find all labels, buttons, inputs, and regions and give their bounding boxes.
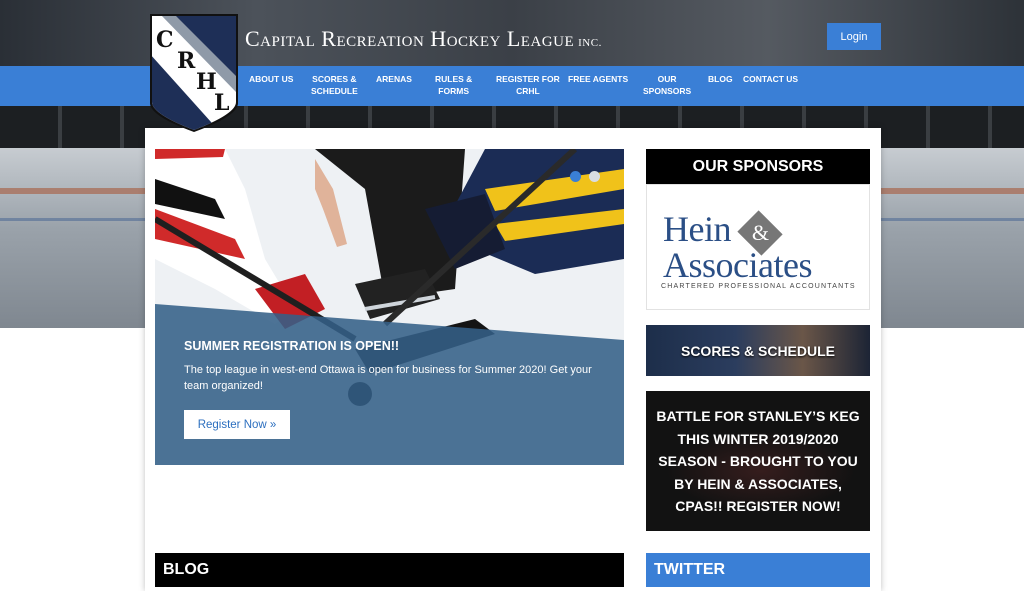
register-now-button[interactable]: Register Now » [184,410,290,439]
slide-text: The top league in west-end Ottawa is ope… [184,364,592,392]
slider-dot-active[interactable] [570,171,581,182]
nav-arenas[interactable]: ARENAS [376,73,412,85]
nav-label: REGISTER FOR [496,74,560,84]
crhl-logo[interactable]: C R H L [150,14,238,132]
site-title-text: Capital Recreation Hockey League [245,26,575,51]
nav-our-sponsors[interactable]: OUR SPONSORS [643,73,691,97]
logo-letter: L [214,90,229,116]
twitter-heading: TWITTER [646,553,870,587]
blog-heading: BLOG [155,553,624,587]
scores-schedule-label: SCORES & SCHEDULE [680,342,836,359]
nav-free-agents[interactable]: FREE AGENTS [568,73,628,85]
login-button[interactable]: Login [827,23,881,50]
nav-label: CRHL [516,86,540,96]
nav-label: BLOG [708,74,733,84]
nav-label: RULES & [435,74,473,84]
nav-label: SPONSORS [643,86,692,96]
logo-letter: C [156,27,174,53]
logo-letter: R [177,48,196,74]
nav-label: FORMS [438,86,469,96]
nav-label: SCHEDULE [311,86,358,96]
slide-heading: SUMMER REGISTRATION IS OPEN!! [184,339,400,353]
nav-about-us[interactable]: ABOUT US [249,73,293,85]
sponsor-name-1: Hein [663,209,731,249]
site-title[interactable]: Capital Recreation Hockey League INC. [245,26,602,52]
nav-label: CONTACT US [743,74,799,84]
sponsor-name-2: Associates [663,245,812,285]
stanleys-keg-promo-card[interactable]: BATTLE FOR STANLEY’S KEG THIS WINTER 201… [646,391,870,531]
nav-label: FREE AGENTS [568,74,629,84]
sponsors-heading: OUR SPONSORS [646,149,870,184]
slider-dot[interactable] [589,171,600,182]
sponsor-tagline: CHARTERED PROFESSIONAL ACCOUNTANTS [661,283,856,290]
nav-rules-forms[interactable]: RULES & FORMS [435,73,472,97]
nav-blog[interactable]: BLOG [708,73,733,85]
nav-register-for-crhl[interactable]: REGISTER FOR CRHL [496,73,560,97]
nav-label: SCORES & [312,74,357,84]
site-title-suffix: INC. [578,37,602,49]
stanleys-keg-promo-text: BATTLE FOR STANLEY’S KEG THIS WINTER 201… [656,408,860,514]
nav-contact-us[interactable]: CONTACT US [743,73,798,85]
scores-schedule-card[interactable]: SCORES & SCHEDULE [646,325,870,376]
nav-scores-schedule[interactable]: SCORES & SCHEDULE [311,73,358,97]
nav-label: ABOUT US [249,74,294,84]
nav-label: ARENAS [376,74,412,84]
nav-label: OUR [657,74,677,84]
